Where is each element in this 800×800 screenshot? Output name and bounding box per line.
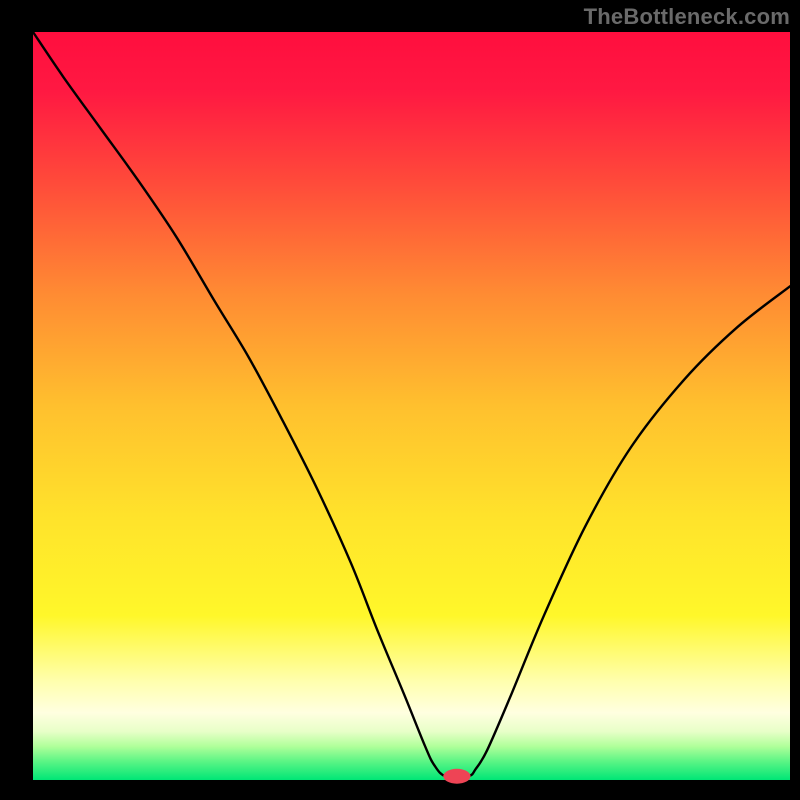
watermark-label: TheBottleneck.com [584, 4, 790, 30]
plot-background [33, 32, 790, 780]
optimal-marker [443, 769, 470, 784]
chart-frame: TheBottleneck.com [0, 0, 800, 800]
bottleneck-chart [0, 0, 800, 800]
